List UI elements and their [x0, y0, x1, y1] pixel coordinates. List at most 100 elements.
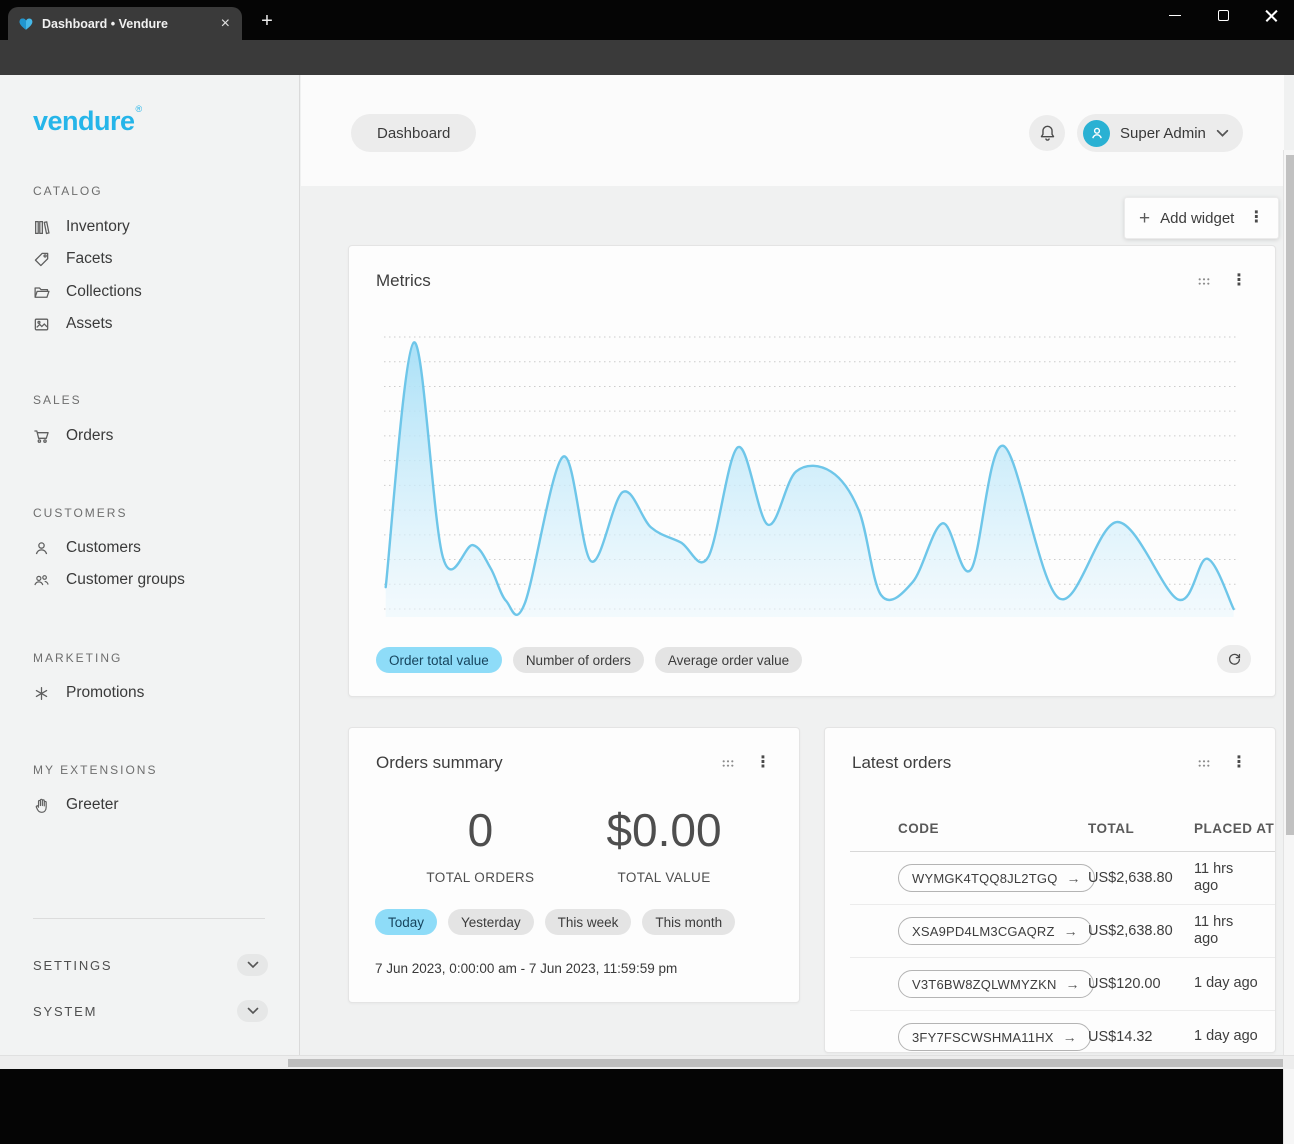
add-widget-button[interactable]: + Add widget ⋮	[1124, 197, 1279, 239]
sidebar-group-settings[interactable]: SETTINGS	[33, 952, 268, 978]
order-placed-at: 11 hrs ago	[1194, 861, 1258, 895]
cart-icon	[33, 428, 50, 445]
widget-title: Latest orders	[852, 753, 1197, 773]
horizontal-scrollbar-thumb[interactable]	[288, 1059, 1283, 1068]
drag-handle-icon[interactable]	[721, 757, 735, 770]
plus-icon: +	[1139, 209, 1150, 228]
avatar	[1083, 120, 1110, 147]
tab-title: Dashboard • Vendure	[42, 17, 211, 31]
range-tab-today[interactable]: Today	[375, 909, 437, 935]
sidebar-item-assets[interactable]: Assets	[33, 309, 113, 339]
vendure-logo[interactable]: vendure®	[33, 104, 142, 137]
sidebar-group-system[interactable]: SYSTEM	[33, 998, 268, 1024]
table-row: V3T6BW8ZQLWMYZKN→ US$120.00 1 day ago	[850, 958, 1276, 1011]
column-header-code: CODE	[898, 821, 1088, 836]
order-total: US$2,638.80	[1088, 923, 1194, 939]
order-total: US$14.32	[1088, 1029, 1194, 1045]
refresh-button[interactable]	[1217, 645, 1251, 673]
folder-icon	[33, 284, 50, 301]
stat-total-value: $0.00 TOTAL VALUE	[606, 803, 721, 885]
refresh-icon	[1227, 652, 1242, 667]
table-row: XSA9PD4LM3CGAQRZ→ US$2,638.80 11 hrs ago	[850, 905, 1276, 958]
kebab-menu-icon[interactable]: ⋮	[751, 755, 775, 771]
sidebar-item-collections[interactable]: Collections	[33, 277, 142, 307]
user-name: Super Admin	[1120, 125, 1206, 142]
new-tab-button[interactable]: +	[256, 10, 278, 32]
kebab-menu-icon[interactable]: ⋮	[1227, 273, 1251, 289]
metrics-widget: Metrics ⋮	[348, 245, 1276, 697]
metric-tab-order-total-value[interactable]: Order total value	[376, 647, 502, 673]
sidebar-divider	[33, 918, 265, 919]
order-placed-at: 11 hrs ago	[1194, 914, 1258, 948]
sidebar-item-facets[interactable]: Facets	[33, 244, 113, 274]
range-tab-yesterday[interactable]: Yesterday	[448, 909, 534, 935]
sidebar: vendure® CATALOG Inventory Facets Collec…	[0, 75, 300, 1069]
order-link[interactable]: 3FY7FSCWSHMA11HX→	[898, 1023, 1091, 1051]
date-range-text: 7 Jun 2023, 0:00:00 am - 7 Jun 2023, 11:…	[375, 961, 677, 976]
section-label-marketing: MARKETING	[33, 651, 122, 665]
arrow-right-icon: →	[1063, 1029, 1077, 1045]
order-link[interactable]: WYMGK4TQQ8JL2TGQ→	[898, 864, 1095, 892]
admin-page: vendure® CATALOG Inventory Facets Collec…	[0, 75, 1294, 1069]
window-close-button[interactable]	[1262, 7, 1280, 25]
asterisk-icon	[33, 685, 50, 702]
order-placed-at: 1 day ago	[1194, 1028, 1258, 1045]
order-placed-at: 1 day ago	[1194, 975, 1258, 992]
stat-label: TOTAL ORDERS	[426, 870, 534, 885]
drag-handle-icon[interactable]	[1197, 275, 1211, 288]
column-header-total: TOTAL	[1088, 821, 1194, 836]
bell-icon	[1038, 124, 1057, 143]
browser-titlebar: Dashboard • Vendure × +	[0, 0, 1294, 40]
arrow-right-icon: →	[1066, 976, 1080, 992]
dashboard-content: + Add widget ⋮ Metrics ⋮	[301, 186, 1284, 1069]
table-row: WYMGK4TQQ8JL2TGQ→ US$2,638.80 11 hrs ago	[850, 852, 1276, 905]
latest-orders-table: CODE TOTAL PLACED AT WYMGK4TQQ8JL2TGQ→ U…	[850, 806, 1276, 1053]
order-link[interactable]: XSA9PD4LM3CGAQRZ→	[898, 917, 1092, 945]
browser-tab[interactable]: Dashboard • Vendure ×	[8, 7, 242, 40]
users-icon	[33, 572, 50, 589]
sidebar-item-customer-groups[interactable]: Customer groups	[33, 565, 185, 595]
orders-summary-widget: Orders summary ⋮ 0 TOTAL ORDERS $0.00 TO…	[348, 727, 800, 1003]
window-minimize-button[interactable]	[1166, 7, 1184, 25]
stat-value: $0.00	[606, 803, 721, 857]
kebab-menu-icon[interactable]: ⋮	[1244, 210, 1268, 226]
notifications-button[interactable]	[1029, 115, 1065, 151]
user-menu[interactable]: Super Admin	[1077, 114, 1243, 152]
table-header-row: CODE TOTAL PLACED AT	[850, 806, 1276, 852]
table-row: 3FY7FSCWSHMA11HX→ US$14.32 1 day ago	[850, 1011, 1276, 1053]
section-label-customers: CUSTOMERS	[33, 506, 127, 520]
breadcrumb[interactable]: Dashboard	[351, 114, 476, 152]
metrics-chart	[384, 331, 1237, 623]
arrow-right-icon: →	[1064, 923, 1078, 939]
widget-title: Orders summary	[376, 753, 721, 773]
sidebar-item-orders[interactable]: Orders	[33, 421, 113, 451]
metric-tab-average-order-value[interactable]: Average order value	[655, 647, 802, 673]
stat-total-orders: 0 TOTAL ORDERS	[426, 803, 534, 885]
range-tab-this-week[interactable]: This week	[545, 909, 632, 935]
stat-value: 0	[426, 803, 534, 857]
drag-handle-icon[interactable]	[1197, 757, 1211, 770]
order-link[interactable]: V3T6BW8ZQLWMYZKN→	[898, 970, 1094, 998]
window-maximize-button[interactable]	[1214, 7, 1232, 25]
chevron-down-icon[interactable]	[237, 954, 268, 976]
image-icon	[33, 316, 50, 333]
hand-icon	[33, 797, 50, 814]
sidebar-item-customers[interactable]: Customers	[33, 533, 141, 563]
logo-trademark: ®	[136, 104, 142, 114]
metric-tab-number-of-orders[interactable]: Number of orders	[513, 647, 644, 673]
sidebar-item-promotions[interactable]: Promotions	[33, 678, 144, 708]
horizontal-scrollbar	[0, 1055, 1294, 1069]
main-header: Dashboard Super Admin	[301, 75, 1284, 186]
order-total: US$120.00	[1088, 976, 1194, 992]
user-icon	[33, 540, 50, 557]
sidebar-item-inventory[interactable]: Inventory	[33, 212, 130, 242]
sidebar-item-greeter[interactable]: Greeter	[33, 790, 119, 820]
kebab-menu-icon[interactable]: ⋮	[1227, 755, 1251, 771]
tab-close-icon[interactable]: ×	[219, 16, 232, 32]
order-total: US$2,638.80	[1088, 870, 1194, 886]
range-tab-this-month[interactable]: This month	[642, 909, 735, 935]
vertical-scrollbar-thumb[interactable]	[1286, 155, 1294, 835]
browser-toolbar: ! localhost:3000/admin/	[0, 40, 1294, 75]
chevron-down-icon	[1216, 129, 1229, 138]
chevron-down-icon[interactable]	[237, 1000, 268, 1022]
